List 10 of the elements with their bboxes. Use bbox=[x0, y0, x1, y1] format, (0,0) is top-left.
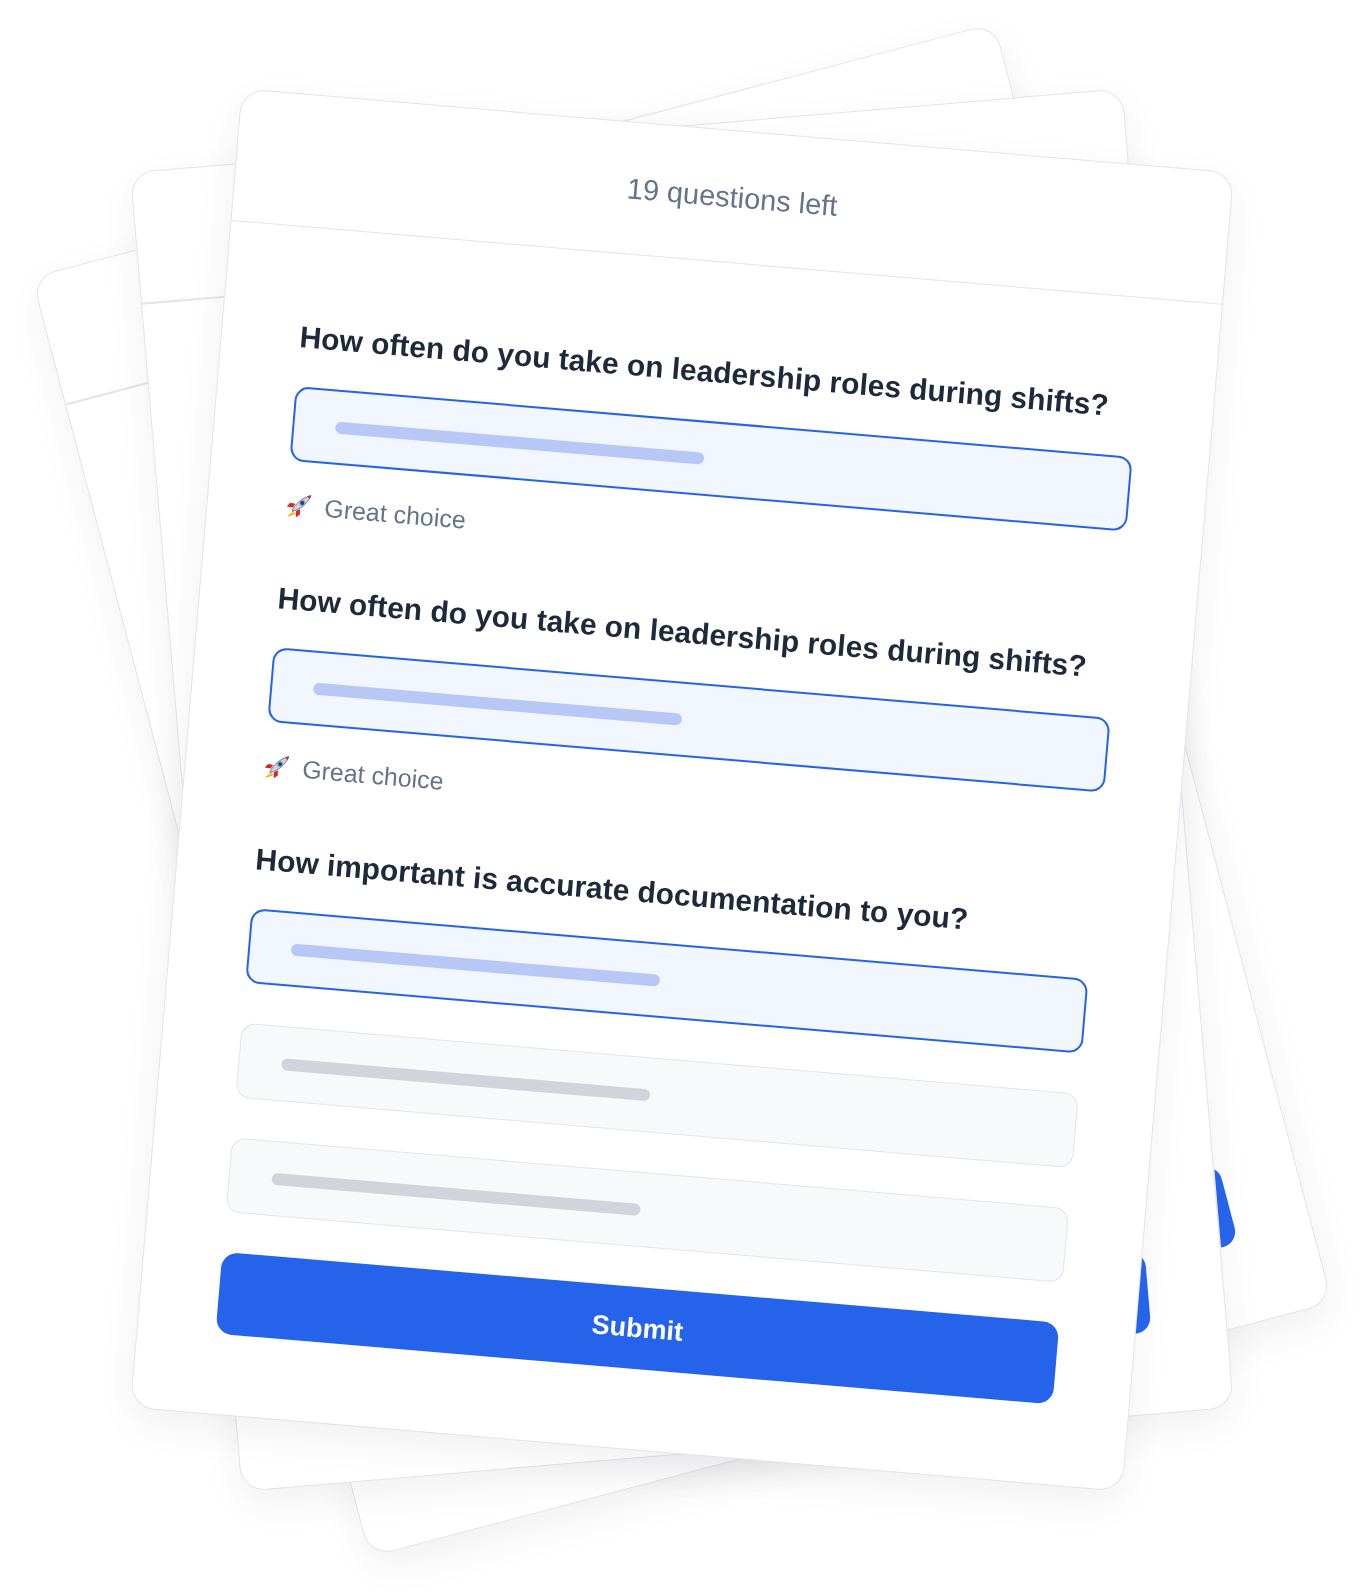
feedback-text: Great choice bbox=[323, 493, 467, 534]
progress-text: 19 questions left bbox=[625, 170, 839, 224]
card-button[interactable] bbox=[1213, 1169, 1235, 1248]
question-title: How often do you take on leadership roles during shifts? bbox=[298, 319, 1112, 424]
submit-button[interactable]: Submit bbox=[215, 1251, 1060, 1405]
rocket-icon bbox=[284, 492, 312, 520]
question-title: How important is accurate documentation to you? bbox=[254, 841, 971, 938]
feedback-text: Great choice bbox=[301, 754, 445, 795]
rocket-icon bbox=[262, 753, 290, 781]
question-title: How often do you take on leadership roles during shifts? bbox=[276, 580, 1090, 685]
